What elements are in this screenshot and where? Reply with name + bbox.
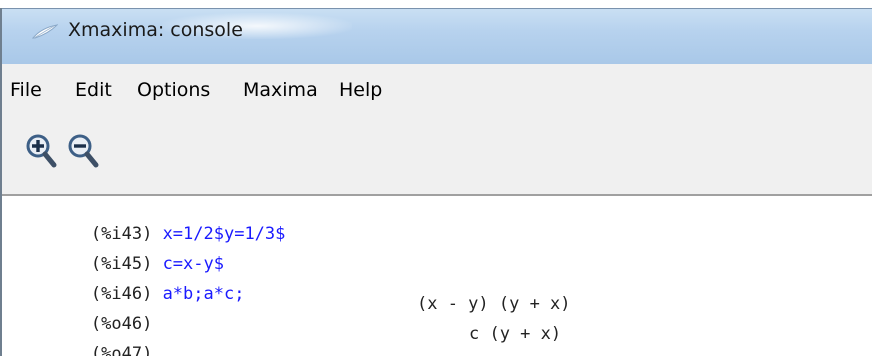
output-expression: c (y + x) xyxy=(469,324,562,344)
toolbar xyxy=(2,116,872,192)
zoom-out-icon[interactable] xyxy=(66,132,100,170)
window-title: Xmaxima: console xyxy=(68,19,243,41)
menu-help[interactable]: Help xyxy=(339,79,382,101)
xmaxima-window: Xmaxima: console File Edit Options Maxim… xyxy=(0,8,872,356)
menu-maxima[interactable]: Maxima xyxy=(243,79,318,101)
zoom-in-icon[interactable] xyxy=(24,132,58,170)
output-label: (%o47) xyxy=(90,344,153,356)
console-line: (%o46) xyxy=(9,294,152,334)
console-output[interactable]: (%i43) x=1/2$y=1/3$ (%i45) c=x-y$ (%i46)… xyxy=(2,194,872,356)
output-expression: (x - y) (y + x) xyxy=(417,294,571,314)
input-expression[interactable]: a*b;a*c; xyxy=(163,284,245,304)
menu-file[interactable]: File xyxy=(10,79,42,101)
menu-edit[interactable]: Edit xyxy=(75,79,112,101)
top-edge xyxy=(0,0,872,8)
console-line: (%o47) xyxy=(9,324,152,356)
menu-bar: File Edit Options Maxima Help xyxy=(2,72,872,110)
console-line: (%i43) x=1/2$y=1/3$ xyxy=(9,204,286,244)
title-bar[interactable]: Xmaxima: console xyxy=(2,8,872,64)
screenshot-page: Xmaxima: console File Edit Options Maxim… xyxy=(0,0,872,356)
console-line: (%i46) a*b;a*c; xyxy=(9,264,245,304)
console-line: (%i45) c=x-y$ xyxy=(9,234,224,274)
menu-options[interactable]: Options xyxy=(137,79,210,101)
feather-icon xyxy=(32,24,58,39)
